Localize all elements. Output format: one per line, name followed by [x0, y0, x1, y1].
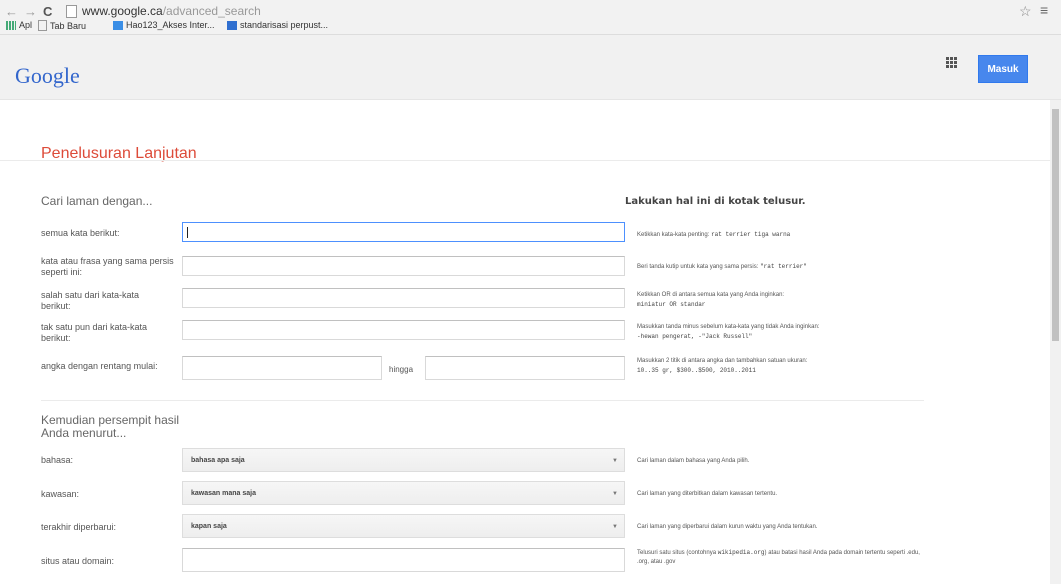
range-from-input[interactable] — [182, 356, 382, 380]
hao123-icon — [113, 20, 123, 30]
all-words-input[interactable] — [182, 222, 625, 242]
forward-arrow-icon[interactable]: → — [24, 4, 37, 19]
bookmark-standarisasi[interactable]: standarisasi perpust... — [227, 20, 328, 30]
bookmark-tab-baru[interactable]: Tab Baru — [38, 20, 86, 31]
find-heading: Cari laman dengan... — [41, 194, 153, 208]
select-value: bahasa apa saja — [191, 456, 245, 464]
chevron-down-icon: ▼ — [612, 458, 618, 464]
bookmark-label: Tab Baru — [50, 20, 87, 31]
hint-code: rat terrier tiga warna — [711, 231, 791, 238]
site-icon — [227, 20, 237, 30]
hint-all-words: Ketikkan kata-kata penting: rat terrier … — [637, 230, 937, 240]
narrow-heading: Kemudian persempit hasil Anda menurut... — [41, 413, 180, 440]
page-icon — [66, 5, 77, 18]
label-any-words: salah satu dari kata-kata berikut: — [41, 290, 140, 311]
hint-text: Telusuri satu situs (contohnya — [637, 550, 717, 556]
exact-phrase-input[interactable] — [182, 256, 625, 276]
page-icon — [38, 20, 47, 31]
label-number-range: angka dengan rentang mulai: — [41, 361, 158, 371]
none-words-input[interactable] — [182, 320, 625, 340]
google-logo[interactable]: Google — [15, 63, 80, 89]
label-last-updated: terakhir diperbarui: — [41, 522, 117, 532]
bookmark-label: standarisasi perpust... — [240, 20, 329, 30]
menu-icon[interactable]: ≡ — [1040, 2, 1048, 18]
label-language: bahasa: — [41, 455, 74, 465]
url-host: www.google.ca — [82, 4, 163, 18]
google-header: Google Masuk — [0, 35, 1061, 100]
bookmark-label: Hao123_Akses Inter... — [126, 20, 215, 30]
apps-grid-icon — [6, 20, 16, 30]
range-to-input[interactable] — [425, 356, 625, 380]
hint-text: Masukkan tanda minus sebelum kata-kata y… — [637, 324, 820, 330]
any-words-input[interactable] — [182, 288, 625, 308]
divider — [41, 400, 924, 401]
hint-last-updated: Cari laman yang diperbarui dalam kurun w… — [637, 524, 818, 530]
bookmark-label: Apl — [19, 20, 33, 30]
hint-heading: Lakukan hal ini di kotak telusur. — [625, 196, 806, 207]
hint-none-words: Masukkan tanda minus sebelum kata-kata y… — [637, 323, 917, 342]
label-site-domain: situs atau domain: — [41, 556, 115, 566]
label-exact-phrase: kata atau frasa yang sama persis seperti… — [41, 256, 174, 277]
hint-text: Beri tanda kutip untuk kata yang sama pe… — [637, 264, 759, 270]
hint-exact-phrase: Beri tanda kutip untuk kata yang sama pe… — [637, 262, 937, 272]
hint-region: Cari laman yang diterbitkan dalam kawasa… — [637, 491, 778, 497]
back-arrow-icon[interactable]: ← — [5, 4, 18, 19]
last-updated-select[interactable]: kapan saja ▼ — [182, 514, 625, 538]
label-all-words: semua kata berikut: — [41, 228, 120, 238]
hint-number-range: Masukkan 2 titik di antara angka dan tam… — [637, 357, 897, 376]
select-value: kawasan mana saja — [191, 489, 256, 497]
label-none-words: tak satu pun dari kata-kata berikut: — [41, 322, 148, 343]
hint-code: miniatur OR standar — [637, 301, 706, 308]
scrollbar-thumb[interactable] — [1052, 109, 1059, 341]
hint-site-domain: Telusuri satu situs (contohnya wikipedia… — [637, 548, 927, 567]
bookmark-apps[interactable]: Apl — [6, 20, 32, 30]
bookmark-hao123[interactable]: Hao123_Akses Inter... — [113, 20, 215, 30]
chevron-down-icon: ▼ — [612, 491, 618, 497]
region-select[interactable]: kawasan mana saja ▼ — [182, 481, 625, 505]
hint-language: Cari laman dalam bahasa yang Anda pilih. — [637, 458, 750, 464]
url-path: /advanced_search — [162, 4, 261, 18]
hint-text: Ketikkan kata-kata penting: — [637, 232, 710, 238]
hint-code: wikipedia.org — [717, 549, 765, 556]
hint-code: 10..35 gr, $300..$500, 2010..2011 — [637, 367, 756, 374]
browser-toolbar: ← → C www.google.ca/advanced_search ☆ ≡ … — [0, 0, 1061, 35]
label-region: kawasan: — [41, 489, 80, 499]
range-to-label: hingga — [389, 365, 414, 374]
hint-text: Ketikkan OR di antara semua kata yang An… — [637, 292, 785, 298]
reload-icon[interactable]: C — [43, 4, 52, 19]
star-icon[interactable]: ☆ — [1019, 3, 1032, 20]
hint-code: -hewan pengerat, -"Jack Russell" — [637, 333, 753, 340]
hint-code: "rat terrier" — [760, 263, 807, 270]
divider — [0, 160, 1050, 161]
apps-grid-icon[interactable] — [946, 57, 957, 68]
select-value: kapan saja — [191, 522, 227, 530]
signin-button[interactable]: Masuk — [978, 55, 1028, 83]
site-domain-input[interactable] — [182, 548, 625, 572]
text-cursor — [187, 226, 188, 238]
hint-text: Masukkan 2 titik di antara angka dan tam… — [637, 358, 808, 364]
address-bar[interactable]: www.google.ca/advanced_search — [82, 4, 261, 18]
chevron-down-icon: ▼ — [612, 524, 618, 530]
hint-any-words: Ketikkan OR di antara semua kata yang An… — [637, 291, 897, 310]
language-select[interactable]: bahasa apa saja ▼ — [182, 448, 625, 472]
